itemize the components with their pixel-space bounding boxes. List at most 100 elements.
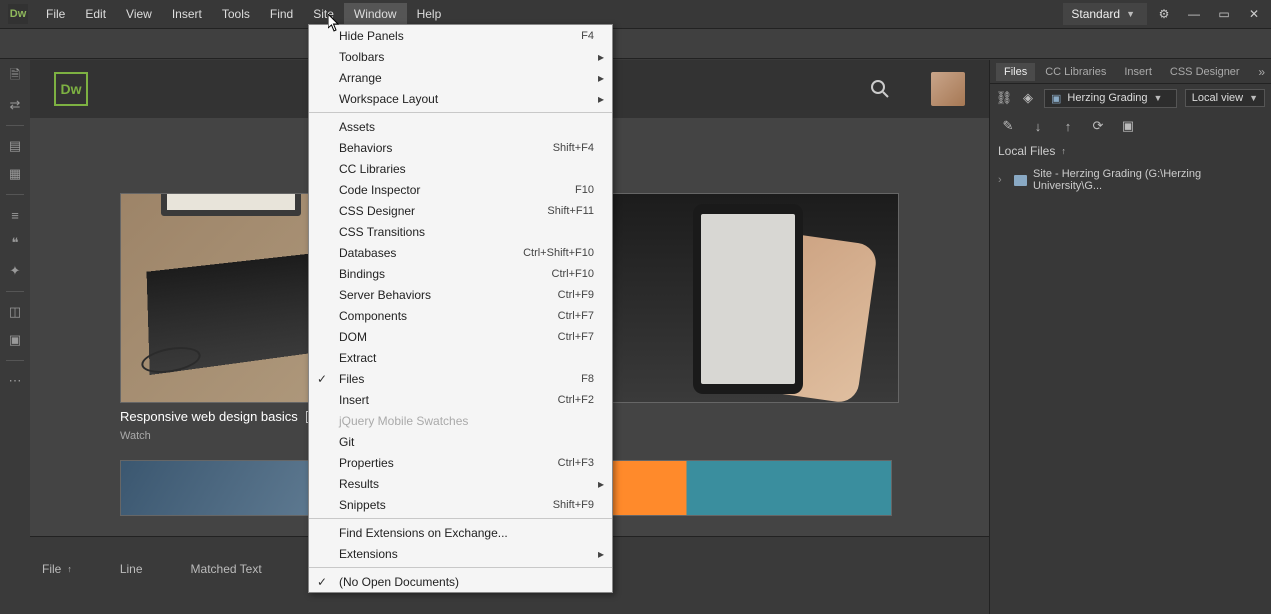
menu-item-label: Git (339, 435, 354, 449)
put-files-icon[interactable]: ↑ (1060, 118, 1076, 134)
menu-item-components[interactable]: ComponentsCtrl+F7 (309, 305, 612, 326)
menu-item-workspace-layout[interactable]: Workspace Layout▸ (309, 88, 612, 109)
menu-item-label: Server Behaviors (339, 288, 431, 302)
view-name: Local view (1192, 92, 1243, 104)
menu-find[interactable]: Find (260, 3, 303, 25)
view-selector[interactable]: Local view ▼ (1185, 89, 1265, 107)
menu-tools[interactable]: Tools (212, 3, 260, 25)
wand-icon[interactable]: ✦ (4, 260, 26, 282)
menu-item-server-behaviors[interactable]: Server BehaviorsCtrl+F9 (309, 284, 612, 305)
tab-files[interactable]: Files (996, 63, 1035, 81)
site-selector[interactable]: ▣ Herzing Grading ▼ (1044, 89, 1177, 108)
menu-item-find-extensions-on-exchange-[interactable]: Find Extensions on Exchange... (309, 522, 612, 543)
menu-item-insert[interactable]: InsertCtrl+F2 (309, 389, 612, 410)
menu-item-cc-libraries[interactable]: CC Libraries (309, 158, 612, 179)
expand-icon[interactable]: ⇄ (4, 94, 26, 116)
menu-help[interactable]: Help (407, 3, 452, 25)
file-mgmt-icon[interactable]: 🗎 (4, 66, 26, 88)
tab-insert[interactable]: Insert (1116, 63, 1160, 81)
menu-item-bindings[interactable]: Bindings Ctrl+F10 (309, 263, 612, 284)
site-root-node[interactable]: › Site - Herzing Grading (G:\Herzing Uni… (996, 166, 1265, 194)
menu-item-extract[interactable]: Extract (309, 347, 612, 368)
app-logo-icon: Dw (8, 4, 28, 24)
chevron-down-icon: ▼ (1126, 9, 1135, 19)
inspect-icon[interactable]: ▦ (4, 163, 26, 185)
live-view-icon[interactable]: ▤ (4, 135, 26, 157)
site-name: Herzing Grading (1067, 92, 1147, 104)
define-servers-icon[interactable]: ◈ (1020, 90, 1036, 106)
menu-item-label: (No Open Documents) (339, 575, 459, 589)
shortcut-label: Ctrl+F2 (558, 394, 594, 406)
chevron-down-icon: ▼ (1154, 93, 1163, 103)
code-format-icon[interactable]: ≡ (4, 204, 26, 226)
menu-separator (309, 112, 612, 113)
menu-file[interactable]: File (36, 3, 75, 25)
get-files-icon[interactable]: ↓ (1030, 118, 1046, 134)
search-col-file[interactable]: File ↑ (42, 562, 72, 576)
submenu-arrow-icon: ▸ (598, 547, 604, 561)
close-button[interactable]: ✕ (1241, 3, 1267, 25)
menu-item-toolbars[interactable]: Toolbars▸ (309, 46, 612, 67)
filter-icon[interactable]: ✎ (1000, 118, 1016, 134)
menu-item-label: Results (339, 477, 379, 491)
menu-insert[interactable]: Insert (162, 3, 212, 25)
menu-item-label: Bindings (339, 267, 385, 281)
tab-css-designer[interactable]: CSS Designer (1162, 63, 1248, 81)
menu-item-snippets[interactable]: SnippetsShift+F9 (309, 494, 612, 515)
folder-icon (1014, 175, 1027, 186)
menu-item-extensions[interactable]: Extensions▸ (309, 543, 612, 564)
menu-item-files[interactable]: ✓FilesF8 (309, 368, 612, 389)
menu-item-results[interactable]: Results ▸ (309, 473, 612, 494)
menu-item-git[interactable]: Git (309, 431, 612, 452)
sync-settings-icon[interactable]: ⚙ (1151, 3, 1177, 25)
tab-cc-libraries[interactable]: CC Libraries (1037, 63, 1114, 81)
menu-site[interactable]: Site (303, 3, 344, 25)
ftp-connect-icon[interactable]: ⛓ (996, 90, 1012, 106)
submenu-arrow-icon: ▸ (598, 477, 604, 491)
menu-item-hide-panels[interactable]: Hide PanelsF4 (309, 25, 612, 46)
shortcut-label: Shift+F9 (553, 499, 594, 511)
collapse-panel-icon[interactable]: » (1258, 65, 1265, 79)
submenu-arrow-icon: ▸ (598, 50, 604, 64)
maximize-button[interactable]: ▭ (1211, 3, 1237, 25)
search-icon[interactable] (865, 74, 895, 104)
check-icon: ✓ (317, 372, 327, 386)
expand-node-icon[interactable]: › (998, 174, 1008, 186)
shortcut-label: Ctrl+F10 (552, 268, 595, 280)
menu-item-arrange[interactable]: Arrange▸ (309, 67, 612, 88)
chevron-down-icon: ▼ (1249, 93, 1258, 103)
menu-item-behaviors[interactable]: BehaviorsShift+F4 (309, 137, 612, 158)
menu-view[interactable]: View (116, 3, 162, 25)
split-icon[interactable]: ◫ (4, 301, 26, 323)
apply-comment-icon[interactable]: ❝ (4, 232, 26, 254)
minimize-button[interactable]: — (1181, 3, 1207, 25)
menu-item-label: CC Libraries (339, 162, 406, 176)
expand-panel-icon[interactable]: ▣ (1120, 118, 1136, 134)
workspace-selector[interactable]: Standard ▼ (1063, 3, 1147, 25)
submenu-arrow-icon: ▸ (598, 92, 604, 106)
menu-edit[interactable]: Edit (75, 3, 116, 25)
menu-window[interactable]: Window (344, 3, 407, 25)
search-col-matched[interactable]: Matched Text (191, 562, 262, 576)
menu-item-databases[interactable]: DatabasesCtrl+Shift+F10 (309, 242, 612, 263)
search-col-line[interactable]: Line (120, 562, 143, 576)
files-tree-header[interactable]: Local Files↑ (990, 140, 1271, 162)
menu-item-label: Components (339, 309, 407, 323)
sync-icon[interactable]: ⟳ (1090, 118, 1106, 134)
menu-item-code-inspector[interactable]: Code InspectorF10 (309, 179, 612, 200)
menu-separator (309, 518, 612, 519)
menu-item-dom[interactable]: DOMCtrl+F7 (309, 326, 612, 347)
menu-item-css-designer[interactable]: CSS DesignerShift+F11 (309, 200, 612, 221)
shortcut-label: Shift+F11 (547, 205, 594, 217)
shortcut-label: Shift+F4 (553, 142, 594, 154)
menu-item-label: Extract (339, 351, 376, 365)
menu-item-assets[interactable]: Assets (309, 116, 612, 137)
more-icon[interactable]: ⋯ (4, 370, 26, 392)
user-avatar[interactable] (931, 72, 965, 106)
window-menu-dropdown: Hide PanelsF4Toolbars▸Arrange▸Workspace … (308, 24, 613, 593)
menu-item--no-open-documents-[interactable]: ✓(No Open Documents) (309, 571, 612, 592)
menu-item-properties[interactable]: PropertiesCtrl+F3 (309, 452, 612, 473)
menu-item-css-transitions[interactable]: CSS Transitions (309, 221, 612, 242)
menu-item-label: Find Extensions on Exchange... (339, 526, 508, 540)
preview-icon[interactable]: ▣ (4, 329, 26, 351)
